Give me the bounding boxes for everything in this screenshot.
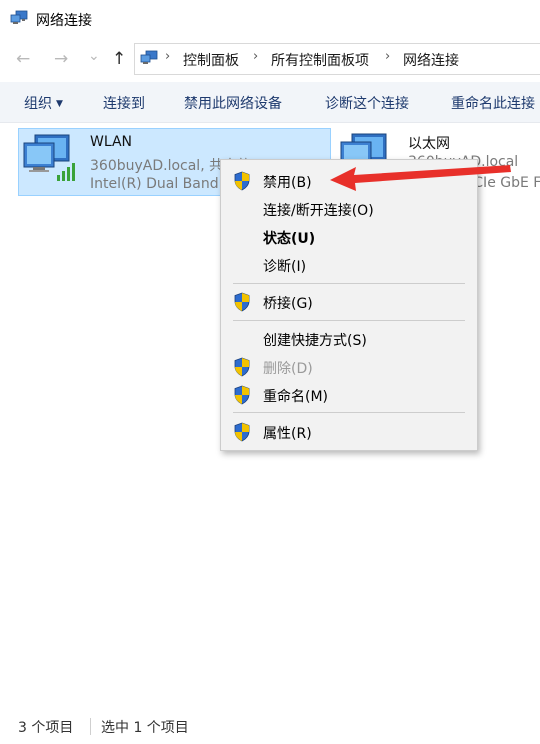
network-connections-icon [10, 10, 28, 24]
menu-item-label: 状态(U) [263, 231, 316, 247]
recent-locations-dropdown[interactable]: ⌄ [88, 46, 100, 66]
menu-item-label: 禁用(B) [263, 175, 312, 191]
chevron-right-icon: › [253, 49, 259, 64]
status-item-count: 3 个项目 [18, 720, 74, 736]
title-bar: 网络连接 [0, 0, 540, 38]
item-name: 以太网 [408, 136, 450, 152]
wireless-network-icon [23, 134, 75, 181]
diagnose-button[interactable]: 诊断这个连接 [325, 93, 409, 113]
uac-shield-icon [234, 422, 250, 442]
context-menu: 禁用(B) 连接/断开连接(O) 状态(U) 诊断(I) 桥接(G) 创建快捷方… [220, 159, 478, 451]
uac-shield-icon [234, 292, 250, 312]
address-bar[interactable]: › 控制面板 › 所有控制面板项 › 网络连接 [134, 43, 540, 75]
forward-button[interactable]: → [54, 49, 68, 69]
menu-item-label: 重命名(M) [263, 389, 329, 405]
menu-item-status[interactable]: 状态(U) [221, 224, 477, 250]
menu-item-properties[interactable]: 属性(R) [221, 419, 477, 445]
back-button[interactable]: ← [16, 49, 30, 69]
menu-item-create-shortcut[interactable]: 创建快捷方式(S) [221, 326, 477, 352]
menu-item-label: 诊断(I) [263, 259, 307, 275]
status-selected-count: 选中 1 个项目 [101, 720, 189, 736]
menu-item-disable[interactable]: 禁用(B) [221, 168, 477, 194]
menu-item-label: 连接/断开连接(O) [263, 203, 374, 219]
uac-shield-icon [234, 357, 250, 377]
menu-separator [233, 412, 465, 413]
item-name: WLAN [90, 134, 133, 150]
window-title: 网络连接 [36, 13, 92, 29]
status-bar: 3 个项目 选中 1 个项目 [0, 712, 540, 742]
chevron-right-icon: › [165, 49, 171, 64]
caret-down-icon: ▼ [56, 99, 63, 109]
menu-item-label: 创建快捷方式(S) [263, 333, 367, 349]
up-button[interactable]: ↑ [112, 49, 126, 69]
breadcrumb-control-panel[interactable]: 控制面板 [183, 50, 239, 70]
uac-shield-icon [234, 385, 250, 405]
rename-button[interactable]: 重命名此连接 [451, 93, 535, 113]
uac-shield-icon [234, 171, 250, 191]
connect-to-button[interactable]: 连接到 [103, 93, 145, 113]
organize-button[interactable]: 组织 ▼ [24, 93, 63, 113]
menu-item-label: 删除(D) [263, 361, 313, 377]
breadcrumb-all-items[interactable]: 所有控制面板项 [271, 50, 369, 70]
menu-item-connect-disconnect[interactable]: 连接/断开连接(O) [221, 196, 477, 222]
disable-device-button[interactable]: 禁用此网络设备 [184, 93, 282, 113]
menu-item-rename[interactable]: 重命名(M) [221, 382, 477, 408]
menu-item-label: 属性(R) [263, 426, 312, 442]
organize-label: 组织 [24, 96, 52, 112]
status-divider [90, 718, 91, 735]
breadcrumb-network-connections[interactable]: 网络连接 [403, 50, 459, 70]
menu-item-label: 桥接(G) [263, 296, 313, 312]
command-bar: 组织 ▼ 连接到 禁用此网络设备 诊断这个连接 重命名此连接 [0, 82, 540, 123]
address-row: ← → ⌄ ↑ › 控制面板 › 所有控制面板项 › 网络连接 [0, 40, 540, 78]
menu-item-diagnose[interactable]: 诊断(I) [221, 252, 477, 278]
menu-separator [233, 283, 465, 284]
menu-item-bridge[interactable]: 桥接(G) [221, 289, 477, 315]
chevron-right-icon: › [385, 49, 391, 64]
network-connections-icon [140, 50, 158, 64]
menu-separator [233, 320, 465, 321]
menu-item-delete: 删除(D) [221, 354, 477, 380]
